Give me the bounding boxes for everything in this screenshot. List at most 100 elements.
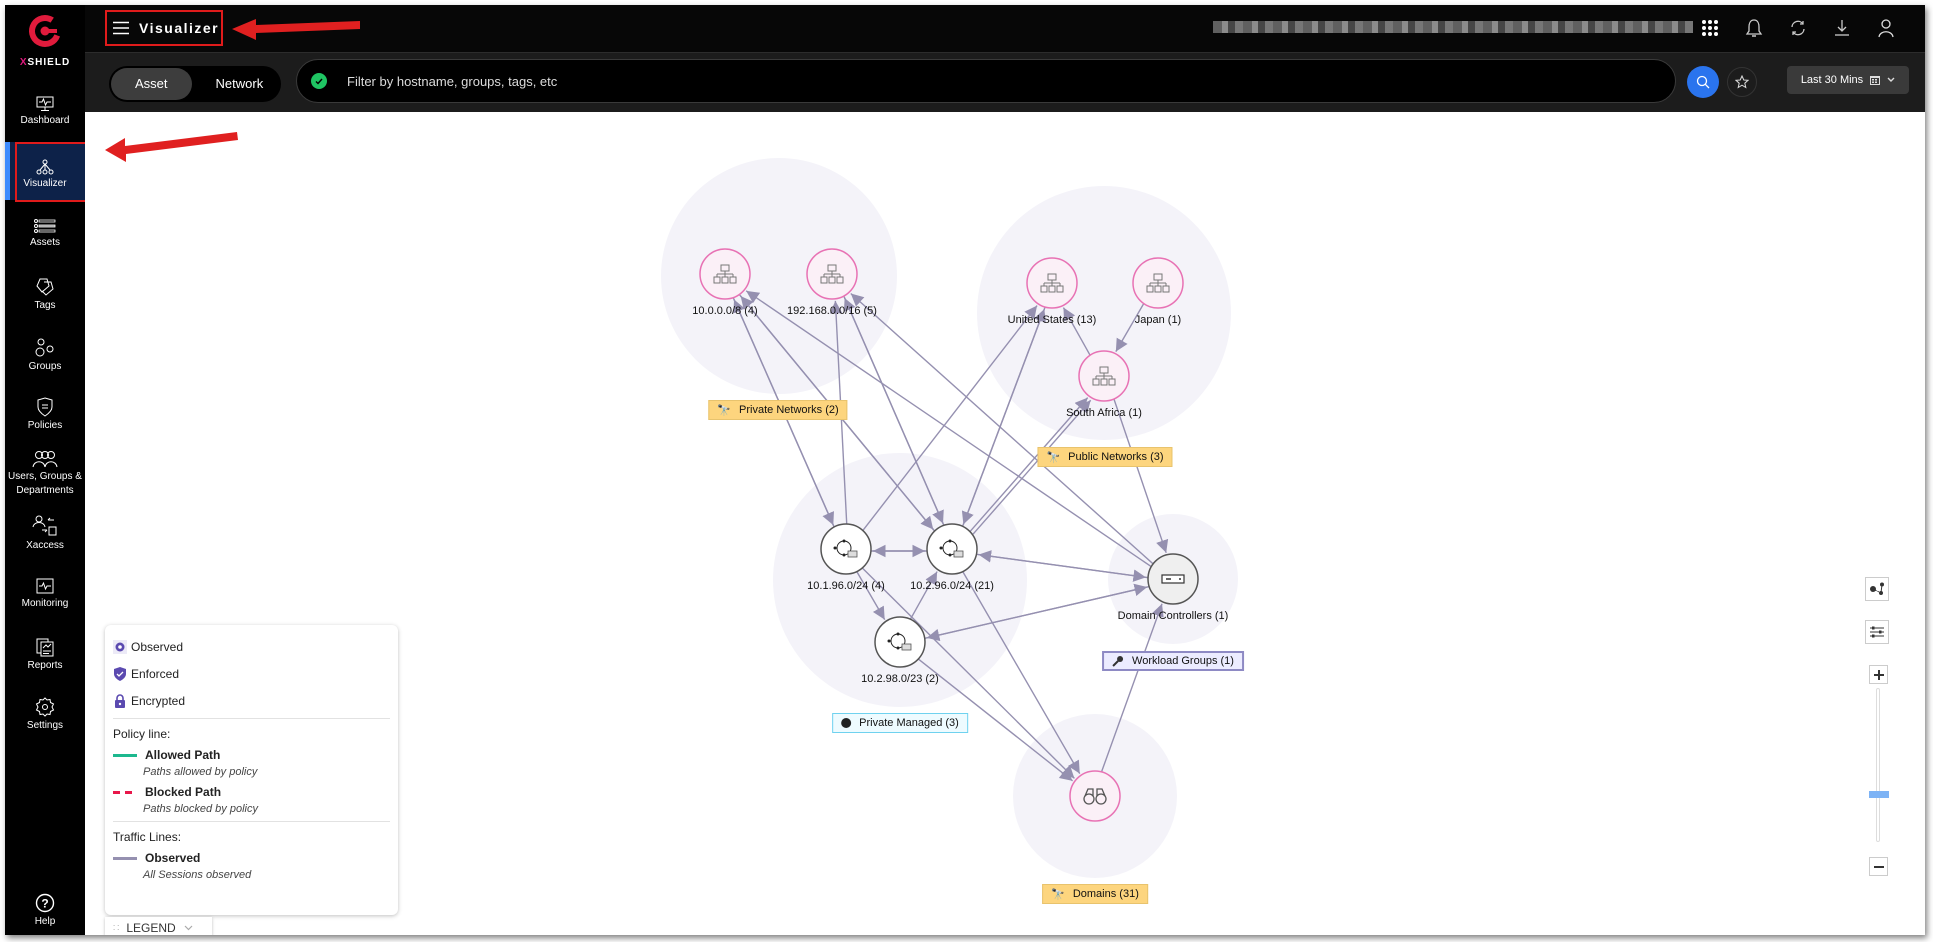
- binoculars-icon: 🔭: [1051, 888, 1065, 901]
- legend-observed-traffic: Observed: [113, 850, 390, 866]
- node-label: 10.2.98.0/23 (2): [861, 673, 939, 685]
- globe-icon: [841, 718, 852, 728]
- legend-divider: [113, 718, 390, 719]
- graph-layout-icon: [1870, 582, 1884, 595]
- report-icon: [36, 638, 54, 657]
- node-label: Domain Controllers (1): [1118, 610, 1229, 622]
- chevron-down-icon: [1887, 77, 1895, 82]
- user-icon[interactable]: [1875, 15, 1897, 41]
- drag-handle-icon[interactable]: ∷: [113, 923, 119, 934]
- filter-bar: Asset Network Filter by hostname, groups…: [85, 52, 1925, 112]
- legend-blocked-desc: Paths blocked by policy: [143, 803, 258, 815]
- sidebar-item-label: Dashboard: [20, 115, 70, 126]
- pulse-box-icon: [36, 578, 54, 594]
- annotation-arrow: [105, 132, 238, 162]
- toggle-network[interactable]: Network: [192, 68, 288, 100]
- group-tag-private-networks[interactable]: 🔭 Private Networks (2): [708, 400, 848, 420]
- search-button[interactable]: [1687, 66, 1719, 98]
- help-icon: ?: [35, 893, 55, 913]
- top-bar-icons: [1699, 15, 1897, 41]
- toggle-asset[interactable]: Asset: [111, 68, 192, 100]
- chevron-down-icon: [184, 925, 193, 931]
- legend-toggle-button[interactable]: ∷ LEGEND: [105, 917, 212, 935]
- group-tag-domains[interactable]: 🔭 Domains (31): [1042, 884, 1148, 904]
- favorite-button[interactable]: [1727, 67, 1757, 97]
- filter-settings-button[interactable]: [1865, 620, 1889, 644]
- tags-icon: [36, 278, 54, 296]
- search-input[interactable]: Filter by hostname, groups, tags, etc: [296, 59, 1676, 103]
- help-button[interactable]: ? Help: [5, 893, 85, 929]
- apps-grid-icon[interactable]: [1699, 15, 1721, 41]
- zoom-in-button[interactable]: [1869, 665, 1888, 684]
- annotation-highlight-box: [15, 142, 87, 202]
- time-range-select[interactable]: Last 30 Mins: [1787, 66, 1909, 94]
- group-tag-private-managed[interactable]: Private Managed (3): [832, 713, 968, 733]
- legend-allowed-path: Allowed Path: [113, 747, 390, 763]
- valid-check-icon: [311, 73, 327, 89]
- legend-traffic-heading: Traffic Lines:: [113, 830, 182, 844]
- lock-icon: [115, 693, 125, 708]
- graph-node-njp[interactable]: Japan (1): [1132, 257, 1184, 326]
- group-tag-workload-groups[interactable]: Workload Groups (1): [1102, 651, 1244, 671]
- key-icon: [1112, 656, 1124, 667]
- node-label: 192.168.0.0/16 (5): [787, 305, 877, 317]
- binoculars-icon: 🔭: [717, 404, 732, 417]
- circles-icon: [35, 338, 54, 357]
- sidebar-item-monitoring[interactable]: Monitoring: [5, 577, 85, 617]
- bell-icon[interactable]: [1743, 15, 1765, 41]
- sidebar-item-settings[interactable]: Settings: [5, 697, 85, 739]
- sidebar-item-label: Groups: [28, 361, 62, 372]
- sidebar-item-users-groups-departments[interactable]: Users, Groups & Departments: [5, 450, 85, 502]
- zoom-slider-track[interactable]: [1876, 688, 1880, 842]
- annotation-arrow: [232, 19, 360, 40]
- sidebar-item-label: Policies: [27, 420, 63, 431]
- sidebar-item-label: Tags: [34, 300, 56, 311]
- gear-icon: [35, 697, 55, 717]
- sidebar-item-label: Assets: [29, 237, 60, 248]
- node-label: 10.1.96.0/24 (4): [807, 580, 885, 592]
- graph-node-ndom[interactable]: [1069, 770, 1121, 822]
- legend-policy-heading: Policy line:: [113, 727, 171, 741]
- layout-button[interactable]: [1865, 577, 1889, 601]
- sidebar-item-label: Reports: [27, 660, 63, 671]
- zoom-slider-thumb[interactable]: [1869, 791, 1889, 798]
- visualizer-canvas[interactable]: 10.0.0.0/8 (4) 192.168.0.0/16 (5) United S…: [85, 112, 1925, 935]
- logo-icon: [29, 15, 61, 47]
- sidebar-item-policies[interactable]: Policies: [5, 397, 85, 437]
- user-switch-icon: [32, 515, 57, 536]
- node-label: 10.2.96.0/24 (21): [910, 580, 994, 592]
- sidebar-item-label: Users, Groups &: [8, 471, 82, 482]
- sidebar-item-groups[interactable]: Groups: [5, 338, 85, 378]
- node-label: Japan (1): [1135, 314, 1181, 326]
- legend-panel: Observed Enforced Encrypted Policy line:…: [105, 625, 398, 915]
- cluster-public-networks: [977, 186, 1231, 440]
- group-tag-public-networks[interactable]: 🔭 Public Networks (3): [1037, 447, 1173, 467]
- app-window: XSHIELD Dashboard Visualizer Assets Tags…: [5, 5, 1925, 935]
- legend-blocked-path: Blocked Path: [113, 784, 390, 800]
- sidebar-item-xaccess[interactable]: Xaccess: [5, 515, 85, 557]
- sidebar-item-assets[interactable]: Assets: [5, 218, 85, 258]
- zoom-out-button[interactable]: [1869, 857, 1888, 876]
- observed-line-swatch: [113, 856, 137, 860]
- download-icon[interactable]: [1831, 15, 1853, 41]
- search-icon: [1696, 75, 1710, 89]
- sidebar-item-dashboard[interactable]: Dashboard: [5, 96, 85, 136]
- search-placeholder: Filter by hostname, groups, tags, etc: [347, 73, 558, 89]
- sidebar-item-label: Xaccess: [26, 540, 64, 551]
- legend-allowed-desc: Paths allowed by policy: [143, 766, 258, 778]
- redacted-text: [1213, 21, 1693, 33]
- calendar-icon: [1870, 76, 1881, 85]
- legend-observed-desc: All Sessions observed: [143, 869, 252, 881]
- view-toggle: Asset Network: [109, 66, 281, 102]
- plus-icon: [1873, 669, 1884, 680]
- gear-icon: [113, 639, 127, 654]
- refresh-icon[interactable]: [1787, 15, 1809, 41]
- svg-text:?: ?: [41, 897, 48, 911]
- shield-list-icon: [37, 397, 53, 417]
- sidebar-item-reports[interactable]: Reports: [5, 637, 85, 679]
- sidebar-item-tags[interactable]: Tags: [5, 277, 85, 317]
- time-range-label: Last 30 Mins: [1800, 74, 1864, 86]
- node-label: United States (13): [1008, 314, 1097, 326]
- monitor-pulse-icon: [36, 96, 54, 111]
- node-label: 10.0.0.0/8 (4): [692, 305, 757, 317]
